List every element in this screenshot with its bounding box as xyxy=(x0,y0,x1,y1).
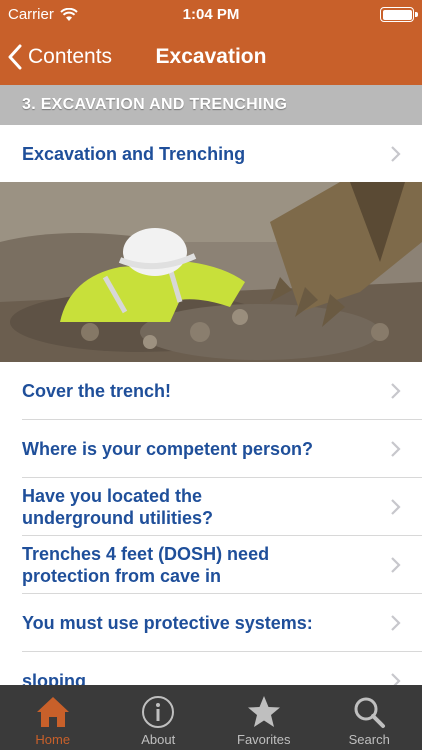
status-bar: Carrier 1:04 PM xyxy=(0,0,422,28)
list-item[interactable]: Cover the trench! xyxy=(0,362,422,419)
list-item-label: Excavation and Trenching xyxy=(22,143,246,164)
chevron-right-icon xyxy=(391,382,401,399)
home-icon xyxy=(36,697,69,727)
chevron-right-icon xyxy=(391,614,401,631)
list-item-label: You must use protective systems: xyxy=(22,612,313,633)
section-header: 3. EXCAVATION AND TRENCHING xyxy=(0,85,422,125)
navigation-bar: Contents Excavation xyxy=(0,28,422,85)
tab-favorites[interactable]: Favorites xyxy=(211,685,317,750)
list-item[interactable]: You must use protective systems: xyxy=(0,594,422,651)
tab-label: Home xyxy=(35,732,71,747)
list-item-label: Where is your competent person? xyxy=(22,438,314,459)
hero-photo xyxy=(0,182,422,362)
chevron-right-icon xyxy=(391,440,401,457)
tab-label: About xyxy=(141,732,176,747)
list-item[interactable]: Have you located the underground utiliti… xyxy=(0,478,422,535)
info-icon xyxy=(142,696,175,728)
tab-home[interactable]: Home xyxy=(0,685,106,750)
page-title: Excavation xyxy=(155,45,267,68)
battery-icon xyxy=(380,7,418,22)
list-item-label: Trenches 4 feet (DOSH) need protection f… xyxy=(22,543,270,586)
clock: 1:04 PM xyxy=(182,6,240,23)
star-icon xyxy=(247,696,280,727)
tab-label: Favorites xyxy=(237,732,291,747)
tab-search[interactable]: Search xyxy=(317,685,422,750)
tab-bar: Home About Favorites Search xyxy=(0,685,422,750)
tab-label: Search xyxy=(348,732,390,747)
list-item[interactable]: Excavation and Trenching xyxy=(0,125,422,182)
chevron-right-icon xyxy=(391,556,401,573)
search-icon xyxy=(354,697,386,728)
chevron-right-icon xyxy=(391,498,401,515)
tab-about[interactable]: About xyxy=(106,685,212,750)
chevron-right-icon xyxy=(391,145,401,162)
list-item[interactable]: Trenches 4 feet (DOSH) need protection f… xyxy=(0,536,422,593)
list-item-label: Cover the trench! xyxy=(22,380,172,401)
list-item-label: Have you located the underground utiliti… xyxy=(22,485,213,528)
list-item[interactable]: Where is your competent person? xyxy=(0,420,422,477)
